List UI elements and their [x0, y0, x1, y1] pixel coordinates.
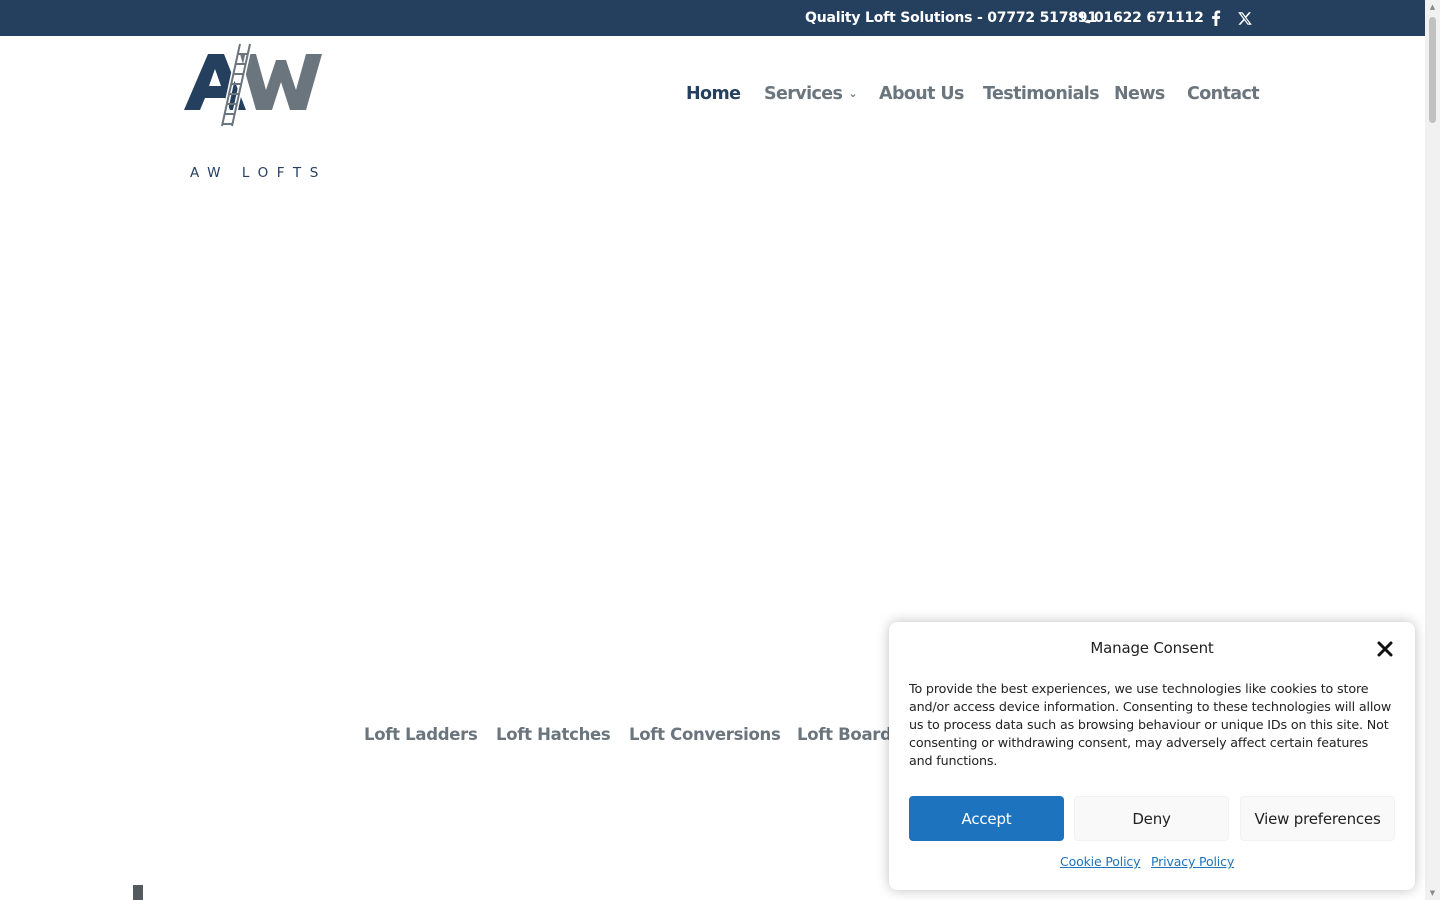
top-bar-phone[interactable]: 01622 671112: [1078, 10, 1204, 26]
nav-services[interactable]: Services ⌄: [764, 84, 858, 104]
page-marker: [133, 885, 143, 900]
close-icon[interactable]: [1375, 639, 1395, 659]
service-link-loft-ladders[interactable]: Loft Ladders: [364, 725, 478, 744]
chevron-down-icon: ⌄: [848, 87, 857, 100]
consent-dialog: Manage Consent To provide the best exper…: [889, 622, 1415, 890]
service-link-loft-hatches[interactable]: Loft Hatches: [496, 725, 611, 744]
cookie-policy-link[interactable]: Cookie Policy: [1060, 854, 1141, 869]
nav-home[interactable]: Home: [686, 84, 741, 104]
deny-button[interactable]: Deny: [1074, 796, 1229, 841]
accept-button[interactable]: Accept: [909, 796, 1064, 841]
top-bar: Quality Loft Solutions - 07772 517891 01…: [0, 0, 1425, 36]
scroll-down-arrow-icon[interactable]: ▼: [1425, 886, 1440, 900]
nav-about-us[interactable]: About Us: [879, 84, 964, 104]
nav-services-label: Services: [764, 84, 843, 104]
consent-title: Manage Consent: [1090, 639, 1214, 657]
nav-contact[interactable]: Contact: [1187, 84, 1260, 104]
consent-body: To provide the best experiences, we use …: [909, 681, 1392, 768]
top-bar-tagline: Quality Loft Solutions - 07772 517891: [805, 10, 1097, 26]
nav-testimonials[interactable]: Testimonials: [983, 84, 1100, 104]
scrollbar[interactable]: ▲ ▼: [1425, 0, 1440, 900]
nav-news[interactable]: News: [1114, 84, 1165, 104]
view-preferences-button[interactable]: View preferences: [1240, 796, 1395, 841]
phone-icon: [1079, 12, 1091, 24]
aw-lofts-logo[interactable]: [182, 40, 324, 148]
scroll-up-arrow-icon[interactable]: ▲: [1425, 0, 1440, 14]
service-link-loft-conversions[interactable]: Loft Conversions: [629, 725, 781, 744]
privacy-policy-link[interactable]: Privacy Policy: [1151, 854, 1234, 869]
facebook-icon[interactable]: [1207, 9, 1225, 27]
scrollbar-thumb[interactable]: [1429, 17, 1436, 123]
top-bar-phone-number: 01622 671112: [1094, 10, 1204, 26]
logo-text: AW LOFTS: [190, 165, 327, 181]
service-link-loft-board[interactable]: Loft Board: [797, 725, 892, 744]
x-twitter-icon[interactable]: [1236, 9, 1254, 27]
